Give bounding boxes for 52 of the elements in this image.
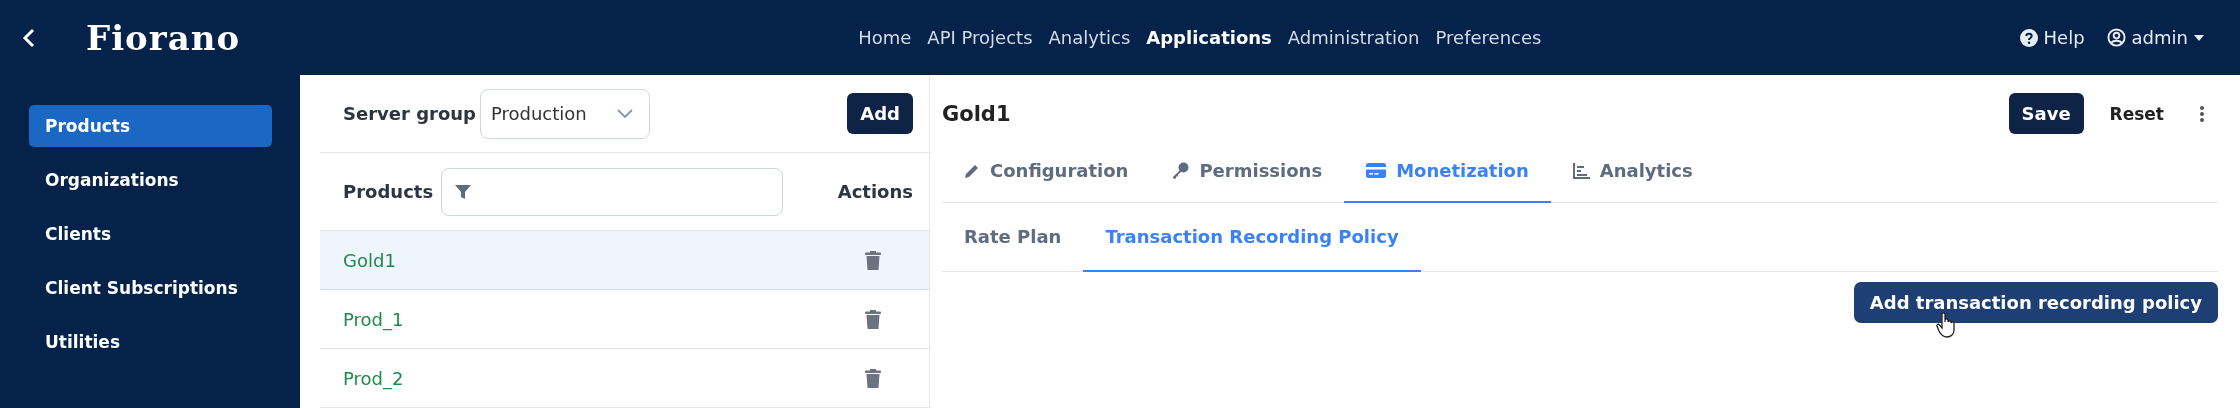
product-name: Prod_1 xyxy=(343,308,404,330)
back-button[interactable] xyxy=(22,27,36,48)
user-icon xyxy=(2106,28,2126,47)
save-button[interactable]: Save xyxy=(2008,93,2084,134)
server-group-label: Server group xyxy=(343,103,476,125)
sidebar-item[interactable]: Client Subscriptions xyxy=(29,267,272,309)
table-row[interactable]: Gold1 xyxy=(320,231,929,290)
nav-link[interactable]: API Projects xyxy=(927,27,1033,48)
logo: Fiorano xyxy=(86,17,241,58)
key-icon xyxy=(1172,162,1190,179)
back-icon xyxy=(22,27,36,48)
help-link[interactable]: Help xyxy=(2019,27,2085,48)
trash-icon[interactable] xyxy=(865,309,881,329)
reset-button[interactable]: Reset xyxy=(2103,102,2170,125)
help-icon xyxy=(2019,28,2038,47)
trash-icon[interactable] xyxy=(865,368,881,388)
tab[interactable]: Configuration xyxy=(942,140,1151,203)
filter-field[interactable] xyxy=(441,167,784,216)
sidebar-item[interactable]: Utilities xyxy=(29,321,272,363)
product-name: Prod_2 xyxy=(343,367,404,389)
server-group-select[interactable]: Production xyxy=(479,88,650,139)
nav-link[interactable]: Preferences xyxy=(1435,27,1542,48)
tab[interactable]: Permissions xyxy=(1150,140,1345,203)
user-menu[interactable]: admin xyxy=(2106,27,2204,48)
trash-icon[interactable] xyxy=(865,250,881,270)
table-row[interactable]: Prod_1 xyxy=(320,290,929,349)
tab[interactable]: Rate Plan xyxy=(942,203,1084,272)
caret-icon xyxy=(2194,34,2204,41)
tab[interactable]: Analytics xyxy=(1550,140,1715,203)
add-policy-button[interactable]: Add transaction recording policy xyxy=(1853,282,2218,323)
product-title: Gold1 xyxy=(942,101,1011,126)
product-name: Gold1 xyxy=(343,249,396,271)
table-row[interactable]: Prod_2 xyxy=(320,349,929,408)
hand-cursor-icon xyxy=(1936,312,1956,338)
sidebar-item[interactable]: Products xyxy=(29,105,272,147)
nav-link[interactable]: Analytics xyxy=(1048,27,1131,48)
chart-icon xyxy=(1572,162,1590,179)
sidebar-item[interactable]: Clients xyxy=(29,213,272,255)
more-icon[interactable] xyxy=(2200,105,2204,122)
tab[interactable]: Monetization xyxy=(1344,140,1551,203)
column-header: Actions xyxy=(837,181,913,203)
nav-link[interactable]: Applications xyxy=(1146,27,1272,48)
nav-link[interactable]: Home xyxy=(858,27,912,48)
pencil-icon xyxy=(964,162,980,179)
add-button[interactable]: Add xyxy=(847,93,913,135)
filter-icon xyxy=(454,182,473,201)
card-icon xyxy=(1366,163,1387,178)
chevron-icon xyxy=(616,108,633,119)
tab[interactable]: Transaction Recording Policy xyxy=(1083,203,1421,272)
column-header: Products xyxy=(343,181,434,203)
nav-link[interactable]: Administration xyxy=(1287,27,1420,48)
sidebar-item[interactable]: Organizations xyxy=(29,159,272,201)
